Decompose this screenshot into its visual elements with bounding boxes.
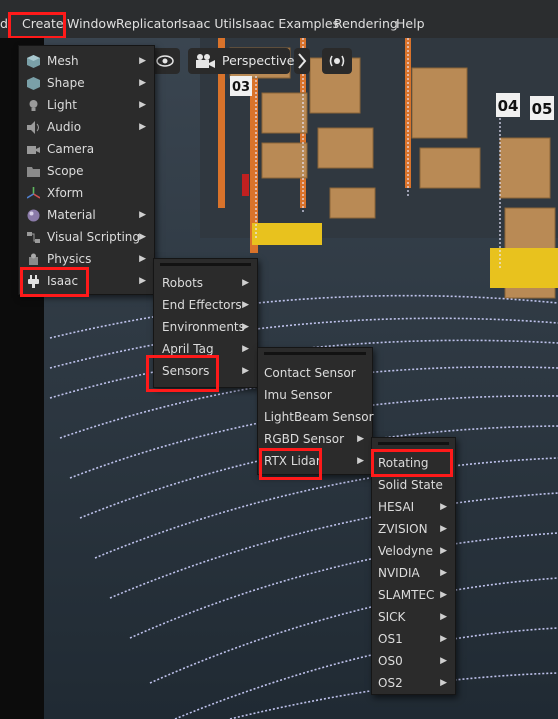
menu-item-os1[interactable]: OS1 ▶: [372, 628, 455, 650]
chevron-right-icon: ▶: [440, 678, 447, 688]
menu-item-mesh[interactable]: Mesh ▶: [19, 50, 154, 72]
speaker-icon: [27, 121, 39, 134]
menu-item-contact-sensor[interactable]: Contact Sensor: [258, 362, 372, 384]
camera-icon: [196, 54, 215, 68]
submenu-divider: [264, 352, 366, 355]
menu-item-material[interactable]: Material ▶: [19, 204, 154, 226]
shape-icon: [27, 77, 40, 90]
camera-label: Perspective: [222, 53, 295, 68]
menu-item-end-effectors[interactable]: End Effectors ▶: [154, 294, 257, 316]
shelf-number-03: 03: [232, 80, 250, 95]
menu-item-robots[interactable]: Robots ▶: [154, 272, 257, 294]
cube-icon: [27, 55, 40, 68]
folder-icon: [27, 167, 40, 177]
menu-replicator[interactable]: Replicator: [116, 0, 179, 38]
sensors-highlight-box: [146, 355, 219, 392]
chevron-right-icon: ▶: [440, 568, 447, 578]
chevron-right-icon: ▶: [242, 278, 249, 288]
shelf-number-04: 04: [498, 97, 519, 115]
menu-item-rgbd-sensor[interactable]: RGBD Sensor ▶: [258, 428, 372, 450]
physics-icon: [29, 253, 38, 265]
chevron-right-icon[interactable]: [294, 48, 310, 74]
menu-item-environments[interactable]: Environments ▶: [154, 316, 257, 338]
menu-item-audio[interactable]: Audio ▶: [19, 116, 154, 138]
menu-item-zvision[interactable]: ZVISION ▶: [372, 518, 455, 540]
menu-item-camera[interactable]: Camera: [19, 138, 154, 160]
chevron-right-icon: ▶: [440, 590, 447, 600]
menu-item-scope[interactable]: Scope: [19, 160, 154, 182]
menu-item-os0[interactable]: OS0 ▶: [372, 650, 455, 672]
menu-isaac-examples[interactable]: Isaac Examples: [242, 0, 339, 38]
chevron-right-icon: ▶: [440, 546, 447, 556]
camera-icon: [27, 146, 40, 154]
chevron-right-icon: ▶: [139, 122, 146, 132]
chevron-right-icon: ▶: [242, 300, 249, 310]
chevron-right-icon: ▶: [139, 78, 146, 88]
shelf-number-05: 05: [532, 100, 553, 118]
material-sphere-icon: [27, 209, 40, 222]
chevron-right-icon: ▶: [242, 366, 249, 376]
create-highlight-box: [8, 12, 66, 39]
menu-item-imu-sensor[interactable]: Imu Sensor: [258, 384, 372, 406]
submenu-divider: [160, 263, 251, 266]
menu-window-partial[interactable]: d: [0, 0, 8, 38]
menu-item-xform[interactable]: Xform: [19, 182, 154, 204]
menu-window[interactable]: Window: [67, 0, 116, 38]
audio-emitter-button[interactable]: [322, 48, 352, 74]
chevron-right-icon: ▶: [440, 524, 447, 534]
menu-item-velodyne[interactable]: Velodyne ▶: [372, 540, 455, 562]
menu-item-nvidia[interactable]: NVIDIA ▶: [372, 562, 455, 584]
menu-item-visual-scripting[interactable]: Visual Scripting ▶: [19, 226, 154, 248]
menu-rendering[interactable]: Rendering: [334, 0, 398, 38]
chevron-right-icon: ▶: [357, 456, 364, 466]
chevron-right-icon: ▶: [139, 254, 146, 264]
chevron-right-icon: ▶: [242, 344, 249, 354]
rotating-highlight-box: [371, 449, 453, 477]
chevron-right-icon: ▶: [440, 656, 447, 666]
isaac-highlight-box: [20, 267, 89, 297]
chevron-right-icon: ▶: [440, 612, 447, 622]
menu-isaac-utils[interactable]: Isaac Utils: [178, 0, 242, 38]
menu-item-os2[interactable]: OS2 ▶: [372, 672, 455, 694]
chevron-right-icon: ▶: [139, 210, 146, 220]
menu-item-slamtec[interactable]: SLAMTEC ▶: [372, 584, 455, 606]
chevron-right-icon: ▶: [139, 232, 146, 242]
menu-item-solid-state[interactable]: Solid State: [372, 474, 455, 496]
chevron-right-icon: ▶: [139, 276, 146, 286]
menu-item-shape[interactable]: Shape ▶: [19, 72, 154, 94]
chevron-right-icon: ▶: [242, 322, 249, 332]
chevron-right-icon: ▶: [139, 100, 146, 110]
light-icon: [29, 100, 38, 111]
graph-icon: [27, 232, 40, 243]
signal-icon: [329, 55, 345, 67]
menu-item-lightbeam-sensor[interactable]: LightBeam Sensor: [258, 406, 374, 428]
menu-bar: d Create Window Replicator Isaac Utils I…: [0, 0, 558, 39]
chevron-right-icon: ▶: [440, 502, 447, 512]
menu-item-hesai[interactable]: HESAI ▶: [372, 496, 455, 518]
chevron-right-icon: ▶: [357, 434, 364, 444]
submenu-divider: [378, 442, 449, 445]
menu-help[interactable]: Help: [396, 0, 425, 38]
xform-icon: [27, 187, 40, 199]
menu-item-sick[interactable]: SICK ▶: [372, 606, 455, 628]
chevron-right-icon: ▶: [139, 56, 146, 66]
create-menu: Mesh ▶ Shape ▶ Light ▶ Audio ▶ Camera Scope …: [18, 45, 155, 295]
chevron-right-icon: ▶: [440, 634, 447, 644]
rtx-lidar-highlight-box: [259, 448, 322, 480]
eye-icon: [156, 55, 174, 67]
menu-item-light[interactable]: Light ▶: [19, 94, 154, 116]
